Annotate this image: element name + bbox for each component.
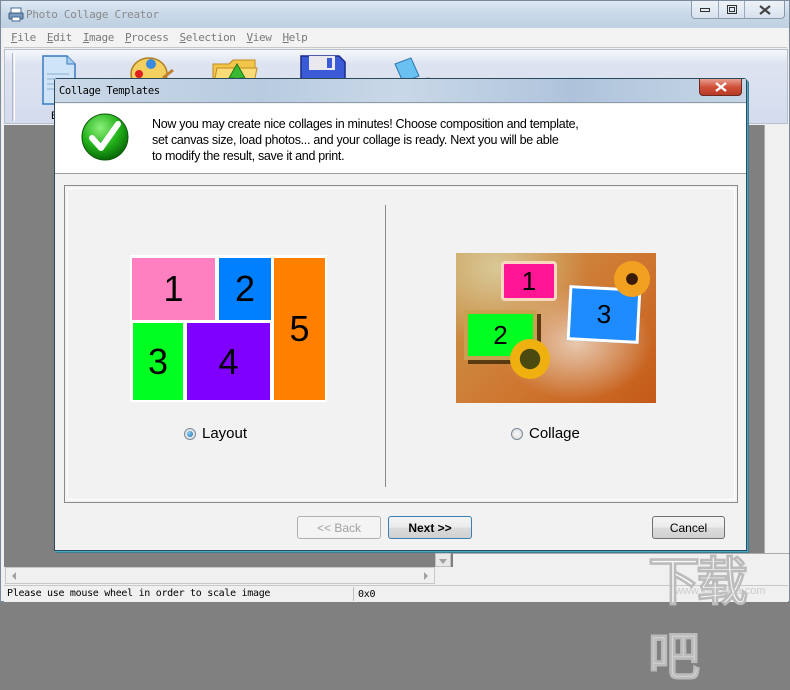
status-message: Please use mouse wheel in order to scale… [4,587,354,601]
app-titlebar: Photo Collage Creator [1,1,789,28]
side-pane [764,125,788,567]
app-title: Photo Collage Creator [26,8,159,21]
layout-cell-3: 3 [133,323,183,400]
vertical-scroll-down-button[interactable] [435,553,451,567]
menu-view[interactable]: View [244,31,275,44]
close-button[interactable] [744,1,784,18]
maximize-button[interactable] [718,1,744,18]
menu-selection[interactable]: Selection [177,31,239,44]
printer-app-icon [8,7,24,22]
status-dimensions: 0x0 [358,588,376,600]
sunflower [510,339,550,379]
back-button[interactable]: << Back [297,516,381,539]
minimize-button[interactable] [692,1,718,18]
toolbar-grip[interactable] [12,53,15,121]
layout-cell-1: 1 [132,258,215,320]
choice-divider [385,205,386,487]
layout-cell-2: 2 [219,258,271,320]
layout-label: Layout [202,425,248,442]
close-icon [758,4,771,15]
minimize-icon [700,7,710,12]
scroll-left-button[interactable] [6,568,22,583]
menu-process[interactable]: Process [122,31,172,44]
close-icon [714,82,727,92]
layout-preview[interactable]: 1 2 5 3 4 [130,255,327,402]
dialog-title: Collage Templates [59,85,160,97]
layout-cell-4: 4 [187,323,270,400]
menu-edit[interactable]: Edit [44,31,75,44]
bottom-panel [453,553,789,585]
collage-label: Collage [529,425,580,442]
arrow-down-icon [439,559,447,564]
dialog-header: Now you may create nice collages in minu… [55,104,746,174]
arrow-right-icon [424,571,428,580]
collage-radio[interactable] [511,427,523,440]
layout-cell-5: 5 [274,258,325,400]
menu-image[interactable]: Image [80,31,117,44]
dialog-description: Now you may create nice collages in minu… [152,117,579,163]
cancel-button[interactable]: Cancel [652,516,725,539]
maximize-icon [726,5,737,14]
menubar: File Edit Image Process Selection View H… [4,28,787,48]
dialog-titlebar[interactable]: Collage Templates [55,79,746,103]
next-button[interactable]: Next >> [388,516,472,539]
scroll-corner [435,567,453,584]
template-choice-frame: 1 2 5 3 4 Layout 1 2 3 Collage [64,185,738,503]
window-controls [691,1,785,19]
collage-templates-dialog: Collage Templates Now you may create nic… [54,78,747,551]
scroll-right-button[interactable] [418,568,434,583]
checkmark-icon [81,113,129,161]
daisy-flower [614,261,650,297]
menu-file[interactable]: File [8,31,39,44]
menu-help[interactable]: Help [279,31,310,44]
horizontal-scrollbar[interactable] [5,567,435,584]
dialog-close-button[interactable] [699,79,742,96]
layout-radio-option[interactable]: Layout [184,425,247,442]
collage-preview[interactable]: 1 2 3 [456,253,656,403]
layout-radio[interactable] [184,427,196,440]
collage-radio-option[interactable]: Collage [511,425,580,442]
collage-photo-1: 1 [501,261,557,301]
arrow-left-icon [12,571,16,580]
statusbar: Please use mouse wheel in order to scale… [4,585,788,602]
